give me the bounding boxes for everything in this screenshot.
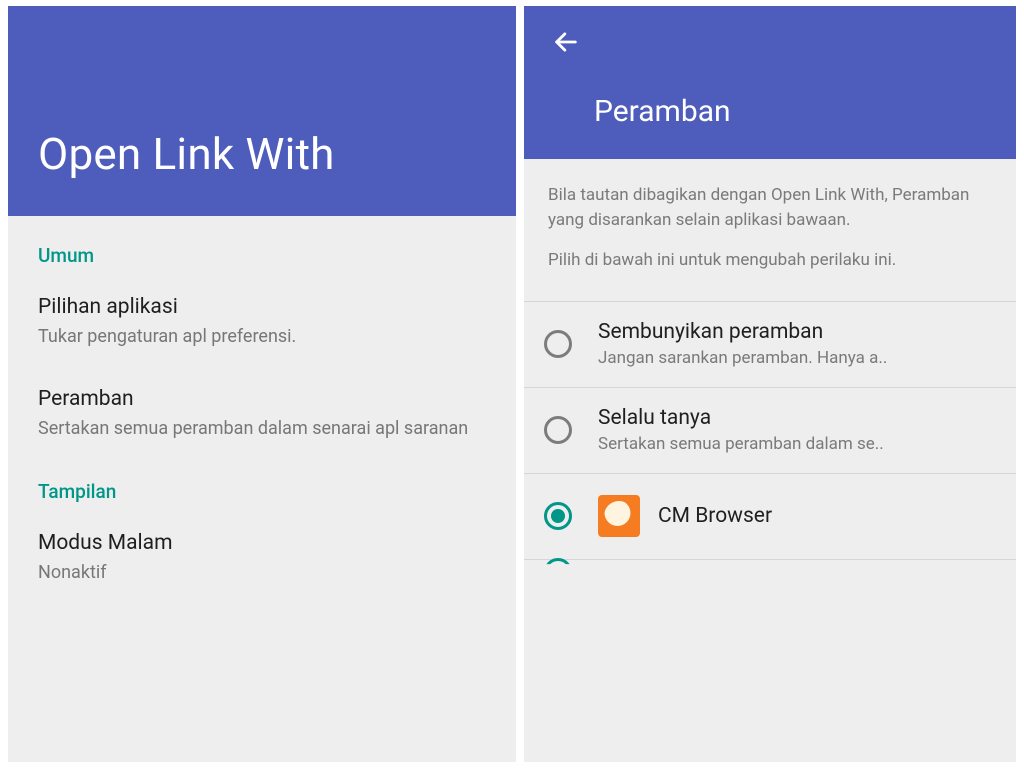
pref-title: Modus Malam [38,531,486,555]
option-texts: Selalu tanya Sertakan semua peramban dal… [598,406,996,454]
option-title: Sembunyikan peramban [598,320,996,344]
screen-title: Peramban [548,94,992,129]
detail-body: Bila tautan dibagikan dengan Open Link W… [524,159,1016,762]
category-tampilan: Tampilan [38,480,486,503]
radio-icon [544,416,572,444]
option-selalu-tanya[interactable]: Selalu tanya Sertakan semua peramban dal… [524,388,1016,474]
option-title: Selalu tanya [598,406,996,430]
option-cm-browser[interactable]: CM Browser [524,474,1016,560]
pref-title: Pilihan aplikasi [38,295,486,319]
info-paragraph: Pilih di bawah ini untuk mengubah perila… [548,248,992,273]
option-title: CM Browser [658,504,996,528]
settings-list: Umum Pilihan aplikasi Tukar pengaturan a… [8,216,516,762]
radio-icon [544,330,572,358]
appbar: Peramban [524,6,1016,159]
pref-subtitle: Tukar pengaturan apl preferensi. [38,325,486,349]
radio-icon-selected [544,502,572,530]
info-paragraph: Bila tautan dibagikan dengan Open Link W… [548,183,992,232]
option-subtitle: Sertakan semua peramban dalam se.. [598,434,996,454]
peramban-screen: Peramban Bila tautan dibagikan dengan Op… [524,6,1016,762]
pref-peramban[interactable]: Peramban Sertakan semua peramban dalam s… [38,387,486,441]
pref-pilihan-aplikasi[interactable]: Pilihan aplikasi Tukar pengaturan apl pr… [38,295,486,349]
radio-list: Sembunyikan peramban Jangan sarankan per… [524,301,1016,584]
option-texts: CM Browser [658,504,996,528]
pref-subtitle: Sertakan semua peramban dalam senarai ap… [38,417,486,441]
settings-screen: Open Link With Umum Pilihan aplikasi Tuk… [8,6,516,762]
option-texts: Sembunyikan peramban Jangan sarankan per… [598,320,996,368]
pref-subtitle: Nonaktif [38,561,486,585]
option-subtitle: Jangan sarankan peramban. Hanya a.. [598,348,996,368]
radio-icon [544,558,572,586]
dual-screenshot-frame: Open Link With Umum Pilihan aplikasi Tuk… [0,0,1024,768]
info-text: Bila tautan dibagikan dengan Open Link W… [524,159,1016,301]
arrow-left-icon [552,28,580,60]
pref-modus-malam[interactable]: Modus Malam Nonaktif [38,531,486,585]
app-title: Open Link With [38,128,335,180]
option-clipped[interactable] [524,560,1016,584]
pref-title: Peramban [38,387,486,411]
category-umum: Umum [38,244,486,267]
cm-browser-icon [598,495,640,537]
back-button[interactable] [552,30,580,58]
option-sembunyikan-peramban[interactable]: Sembunyikan peramban Jangan sarankan per… [524,302,1016,388]
appbar: Open Link With [8,6,516,216]
